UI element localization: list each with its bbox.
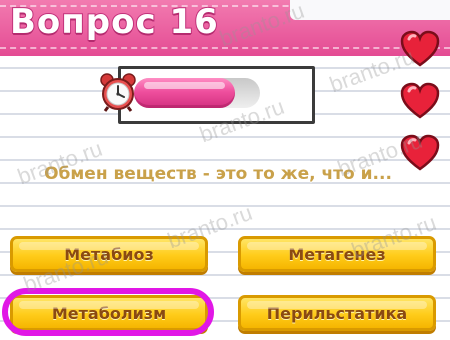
timer-progress-bar bbox=[134, 78, 235, 108]
alarm-clock-icon bbox=[100, 73, 136, 112]
answer-button-4[interactable]: Перильстатика bbox=[238, 295, 436, 331]
heart-icon bbox=[400, 82, 440, 119]
header-tab bbox=[290, 0, 450, 20]
question-number-title: Вопрос 16 bbox=[9, 1, 219, 43]
